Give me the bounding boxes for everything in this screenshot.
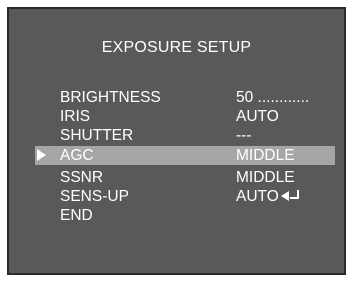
brightness-value: 50 ............ bbox=[236, 89, 310, 106]
selection-cursor-icon bbox=[37, 149, 46, 161]
sens-up-value: AUTO bbox=[236, 188, 279, 205]
menu-item-brightness[interactable]: BRIGHTNESS 50 ............ bbox=[35, 88, 335, 107]
menu-item-label: END bbox=[60, 207, 93, 224]
osd-menu-screen: EXPOSURE SETUP BRIGHTNESS 50 ...........… bbox=[7, 7, 346, 275]
menu-item-label: IRIS bbox=[60, 108, 91, 125]
menu-title: EXPOSURE SETUP bbox=[101, 39, 252, 56]
iris-value: AUTO bbox=[236, 108, 279, 125]
menu-item-label: SENS-UP bbox=[60, 188, 129, 205]
menu-item-sens-up[interactable]: SENS-UP AUTO bbox=[35, 187, 335, 206]
menu-item-label: SHUTTER bbox=[60, 127, 134, 144]
agc-value: MIDDLE bbox=[236, 147, 295, 164]
menu-item-label: BRIGHTNESS bbox=[60, 89, 161, 106]
ssnr-value: MIDDLE bbox=[236, 169, 295, 186]
menu-item-end[interactable]: END bbox=[35, 206, 335, 225]
shutter-value: --- bbox=[236, 127, 252, 144]
menu-item-shutter[interactable]: SHUTTER --- bbox=[35, 126, 335, 145]
menu-item-label: AGC bbox=[60, 147, 94, 164]
sens-up-value-wrap: AUTO bbox=[236, 187, 301, 206]
enter-submenu-icon[interactable] bbox=[280, 187, 301, 206]
menu-item-label: SSNR bbox=[60, 169, 104, 186]
menu-item-ssnr[interactable]: SSNR MIDDLE bbox=[35, 168, 335, 187]
menu-item-iris[interactable]: IRIS AUTO bbox=[35, 107, 335, 126]
menu-item-agc[interactable]: AGC MIDDLE bbox=[35, 146, 335, 165]
